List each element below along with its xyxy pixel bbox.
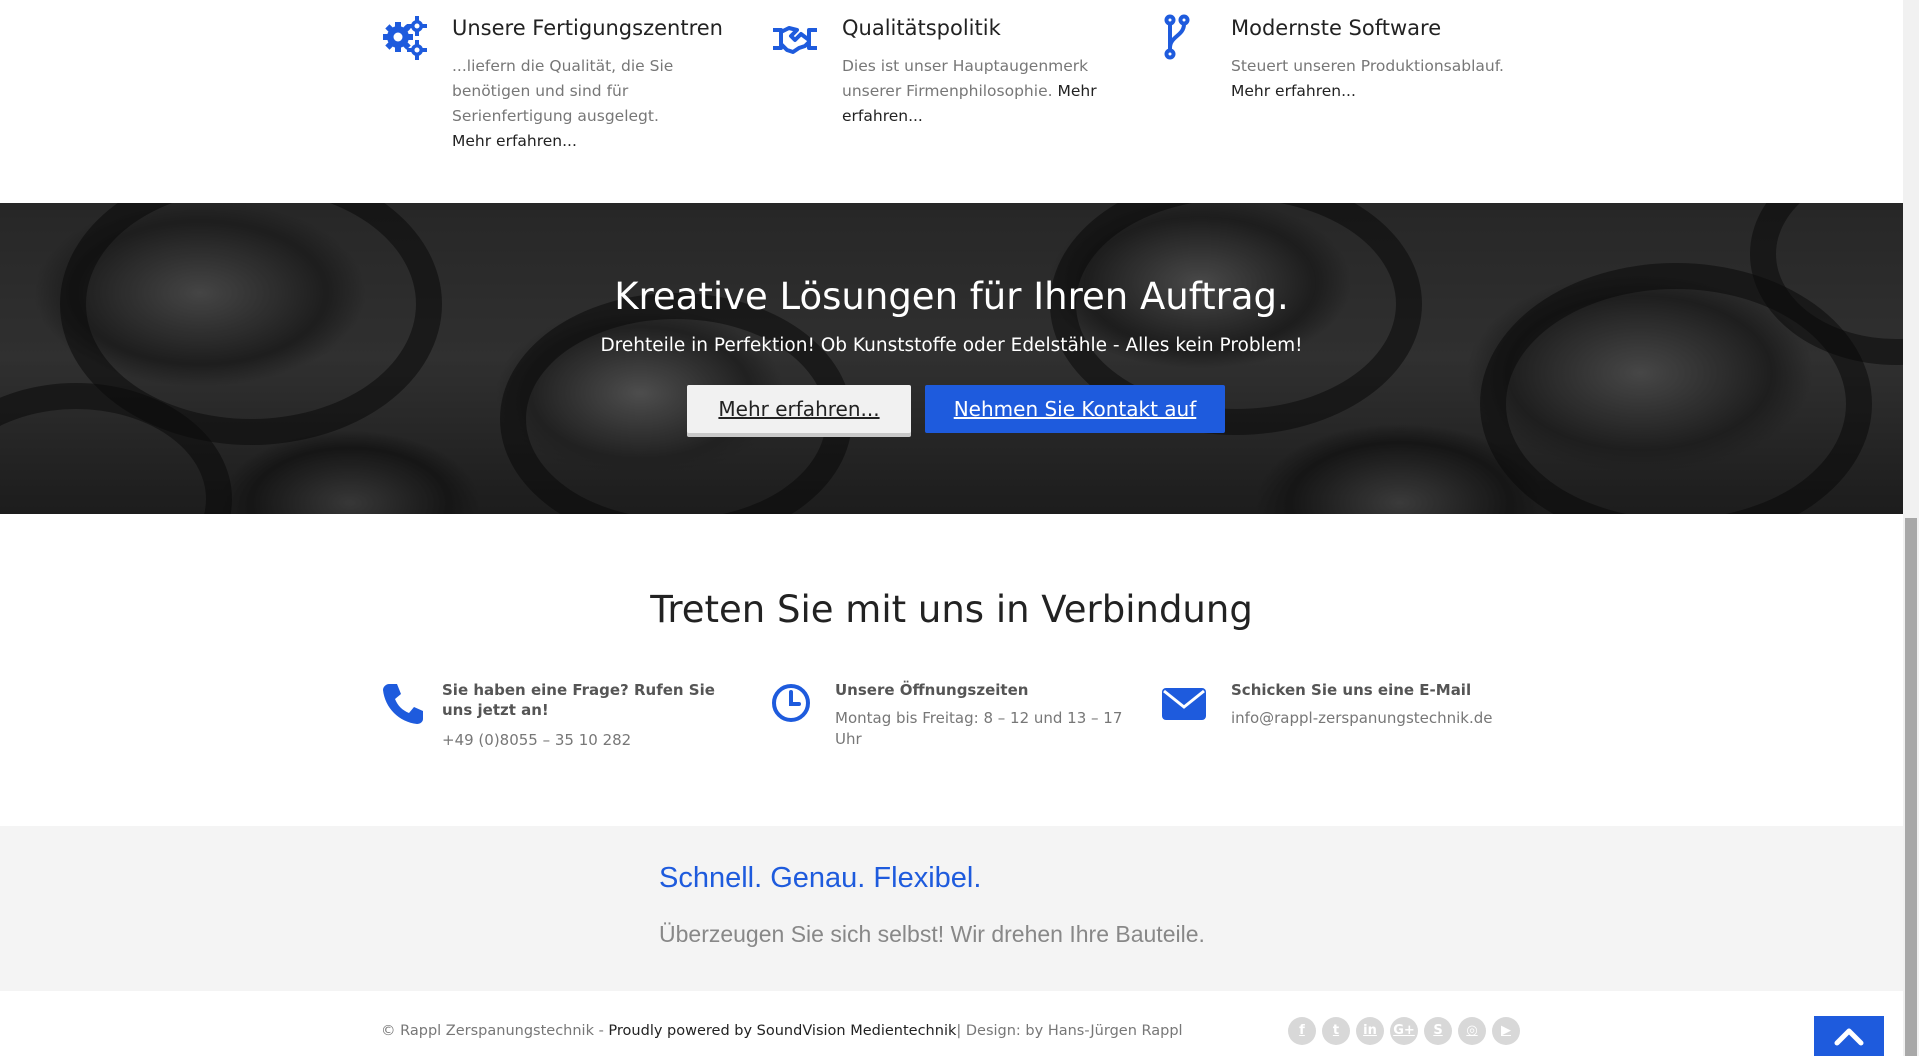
gears-icon [383, 16, 427, 60]
contact-title: Treten Sie mit uns in Verbindung [650, 588, 1253, 631]
scroll-to-top-button[interactable] [1814, 1016, 1884, 1056]
footer-design: | Design: by Hans-Jürgen Rappl [956, 1023, 1183, 1039]
slogan-headline: Schnell. Genau. Flexibel. [659, 862, 982, 894]
page: Unsere Fertigungszentren ...liefern die … [0, 0, 1903, 1056]
contact-phone-title: Sie haben eine Frage? Rufen Sie uns jetz… [442, 681, 715, 719]
features-section: Unsere Fertigungszentren ...liefern die … [0, 0, 1903, 203]
contact-email-address[interactable]: info@rappl-zerspanungstechnik.de [1231, 708, 1531, 729]
hero-banner: Kreative Lösungen für Ihren Auftrag. Dre… [0, 203, 1903, 514]
clock-icon [772, 684, 810, 722]
footer: © Rappl Zerspanungstechnik - Proudly pow… [0, 991, 1903, 1056]
slogan-text: Überzeugen Sie sich selbst! Wir drehen I… [659, 921, 1205, 947]
handshake-icon [773, 26, 817, 54]
facebook-icon[interactable]: f [1288, 1017, 1316, 1045]
feature-title: Unsere Fertigungszentren [452, 16, 723, 40]
feature-description: Steuert unseren Produktionsablauf. [1231, 57, 1504, 75]
youtube-icon[interactable]: ▶ [1492, 1017, 1520, 1045]
contact-button[interactable]: Nehmen Sie Kontakt auf [925, 385, 1225, 433]
footer-copyright: © Rappl Zerspanungstechnik - [381, 1023, 609, 1039]
feature-text: ...liefern die Qualität, die Sie benötig… [452, 54, 752, 154]
footer-powered-link[interactable]: Proudly powered by SoundVision Medientec… [608, 1023, 956, 1039]
feature-text: Dies ist unser Hauptaugenmerk unserer Fi… [842, 54, 1142, 129]
feature-body: Unsere Fertigungszentren ...liefern die … [452, 12, 752, 154]
feature-more-link[interactable]: Mehr erfahren... [1231, 82, 1356, 100]
page-scrollbar[interactable] [1903, 0, 1919, 1056]
contact-section: Treten Sie mit uns in Verbindung Sie hab… [0, 514, 1903, 826]
chevron-up-icon [1834, 1028, 1864, 1046]
linkedin-icon[interactable]: in [1356, 1017, 1384, 1045]
feature-title: Modernste Software [1231, 16, 1442, 40]
feature-body: Qualitätspolitik Dies ist unser Hauptaug… [842, 12, 1142, 129]
contact-phone-number[interactable]: +49 (0)8055 – 35 10 282 [442, 730, 732, 751]
social-links: f t in G+ S ◎ ▶ [1288, 1017, 1520, 1045]
feature-body: Modernste Software Steuert unseren Produ… [1231, 12, 1531, 104]
hero-title: Kreative Lösungen für Ihren Auftrag. [614, 275, 1289, 318]
contact-email-title: Schicken Sie uns eine E-Mail [1231, 681, 1472, 699]
more-info-button[interactable]: Mehr erfahren... [687, 385, 911, 433]
code-branch-icon [1164, 14, 1190, 60]
contact-hours-title: Unsere Öffnungszeiten [835, 681, 1029, 699]
feature-description: Dies ist unser Hauptaugenmerk unserer Fi… [842, 57, 1089, 100]
feature-title: Qualitätspolitik [842, 16, 1001, 40]
feature-text: Steuert unseren Produktionsablauf. Mehr e… [1231, 54, 1531, 104]
instagram-icon[interactable]: ◎ [1458, 1017, 1486, 1045]
skype-icon[interactable]: S [1424, 1017, 1452, 1045]
hero-overlay [0, 203, 1903, 514]
google-plus-icon[interactable]: G+ [1390, 1017, 1418, 1045]
phone-icon [383, 684, 423, 724]
contact-hours-text: Montag bis Freitag: 8 – 12 und 13 – 17 U… [835, 709, 1123, 748]
hero-subtitle: Drehteile in Perfektion! Ob Kunststoffe … [600, 335, 1303, 356]
footer-text: © Rappl Zerspanungstechnik - Proudly pow… [381, 1023, 1183, 1039]
envelope-icon [1162, 688, 1206, 720]
twitter-icon[interactable]: t [1322, 1017, 1350, 1045]
feature-more-link[interactable]: Mehr erfahren... [452, 132, 577, 150]
slogan-band: Schnell. Genau. Flexibel. Überzeugen Sie… [0, 826, 1903, 991]
scrollbar-thumb[interactable] [1905, 518, 1917, 1056]
feature-description: ...liefern die Qualität, die Sie benötig… [452, 57, 674, 125]
